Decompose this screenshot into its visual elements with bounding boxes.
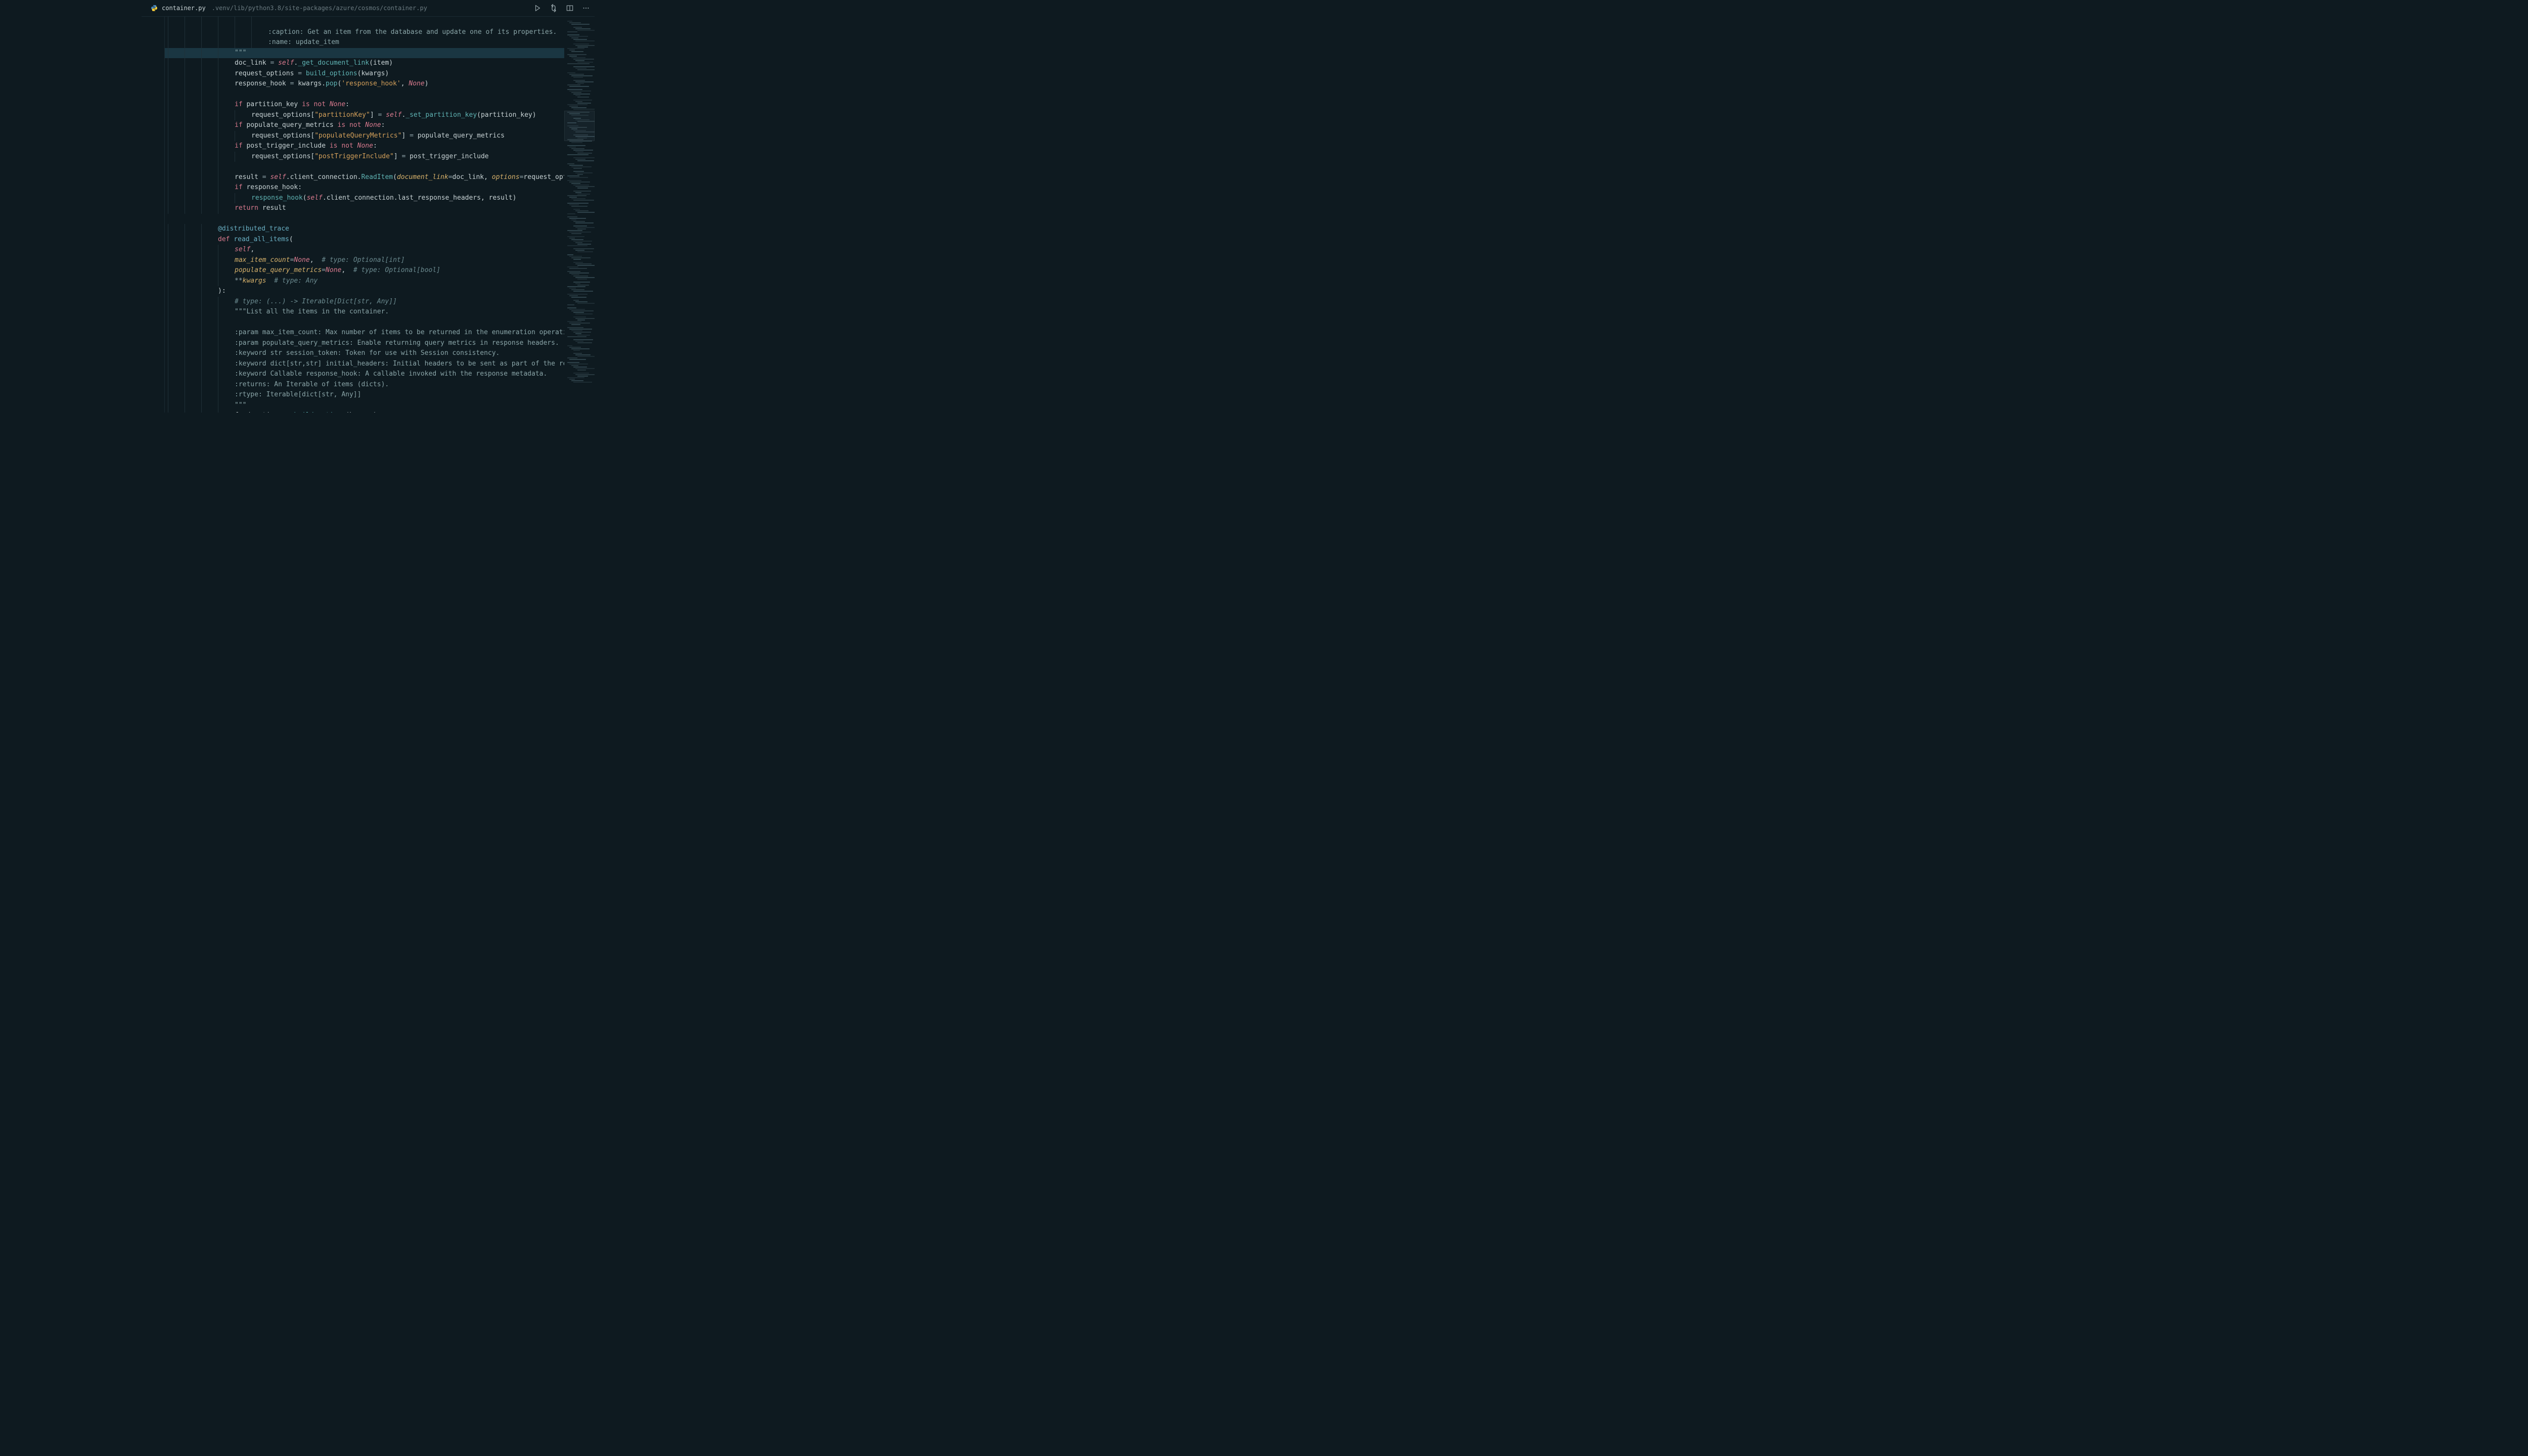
code-line[interactable]: @distributed_trace	[165, 224, 564, 235]
code-line[interactable]: request_options = build_options(kwargs)	[165, 69, 564, 79]
code-line[interactable]: **kwargs # type: Any	[165, 276, 564, 287]
editor-container: container.py .venv/lib/python3.8/site-pa…	[142, 0, 595, 413]
tab-actions	[533, 4, 591, 13]
split-editor-icon[interactable]	[565, 4, 574, 13]
code-line[interactable]: return result	[165, 203, 564, 214]
code-line[interactable]: populate_query_metrics=None, # type: Opt…	[165, 265, 564, 276]
tab-filename: container.py	[162, 5, 206, 12]
code-line[interactable]: :keyword Callable response_hook: A calla…	[165, 369, 564, 380]
code-line[interactable]: result = self.client_connection.ReadItem…	[165, 172, 564, 183]
line-gutter	[142, 17, 165, 413]
code-line[interactable]: def read_all_items(	[165, 235, 564, 245]
code-line[interactable]: request_options["postTriggerInclude"] = …	[165, 152, 564, 162]
code-line[interactable]: :keyword str session_token: Token for us…	[165, 348, 564, 359]
compare-changes-icon[interactable]	[549, 4, 558, 13]
code-line[interactable]: self,	[165, 245, 564, 255]
code-line[interactable]: """	[165, 400, 564, 411]
code-line[interactable]	[165, 89, 564, 100]
code-line[interactable]: :param populate_query_metrics: Enable re…	[165, 338, 564, 349]
code-line[interactable]	[165, 317, 564, 328]
code-line[interactable]: # type: (...) -> Iterable[Dict[str, Any]…	[165, 297, 564, 307]
code-line[interactable]: response_hook = kwargs.pop('response_hoo…	[165, 79, 564, 89]
tab-bar: container.py .venv/lib/python3.8/site-pa…	[142, 0, 595, 17]
code-line[interactable]: feed_options = build_options(kwargs)	[165, 411, 564, 413]
code-area[interactable]: :caption: Get an item from the database …	[165, 17, 564, 413]
code-line[interactable]: :returns: An Iterable of items (dicts).	[165, 380, 564, 390]
code-line[interactable]: if populate_query_metrics is not None:	[165, 120, 564, 131]
code-line[interactable]: """	[165, 48, 564, 59]
more-actions-icon[interactable]	[581, 4, 591, 13]
editor-body: :caption: Get an item from the database …	[142, 17, 595, 413]
code-line[interactable]	[165, 162, 564, 172]
minimap-viewport[interactable]	[564, 111, 595, 141]
code-line[interactable]: :keyword dict[str,str] initial_headers: …	[165, 359, 564, 370]
code-line[interactable]: :caption: Get an item from the database …	[165, 27, 564, 38]
code-line[interactable]: max_item_count=None, # type: Optional[in…	[165, 255, 564, 266]
code-line[interactable]: if partition_key is not None:	[165, 100, 564, 110]
code-line[interactable]: ):	[165, 286, 564, 297]
code-line[interactable]: doc_link = self._get_document_link(item)	[165, 58, 564, 69]
editor-tab[interactable]: container.py .venv/lib/python3.8/site-pa…	[151, 5, 533, 12]
code-line[interactable]: """List all the items in the container.	[165, 307, 564, 317]
run-icon[interactable]	[533, 4, 542, 13]
code-line[interactable]: response_hook(self.client_connection.las…	[165, 193, 564, 204]
tab-filepath: .venv/lib/python3.8/site-packages/azure/…	[212, 5, 427, 12]
code-line[interactable]: if post_trigger_include is not None:	[165, 141, 564, 152]
minimap-content	[567, 21, 594, 385]
code-line[interactable]: :rtype: Iterable[dict[str, Any]]	[165, 390, 564, 400]
code-line[interactable]: :name: update_item	[165, 37, 564, 48]
minimap[interactable]	[564, 17, 595, 413]
code-line[interactable]: if response_hook:	[165, 183, 564, 193]
code-line[interactable]: request_options["populateQueryMetrics"] …	[165, 131, 564, 142]
code-line[interactable]	[165, 214, 564, 224]
code-line[interactable]: request_options["partitionKey"] = self._…	[165, 110, 564, 121]
python-file-icon	[151, 5, 158, 12]
code-line[interactable]	[165, 17, 564, 27]
code-line[interactable]: :param max_item_count: Max number of ite…	[165, 328, 564, 338]
